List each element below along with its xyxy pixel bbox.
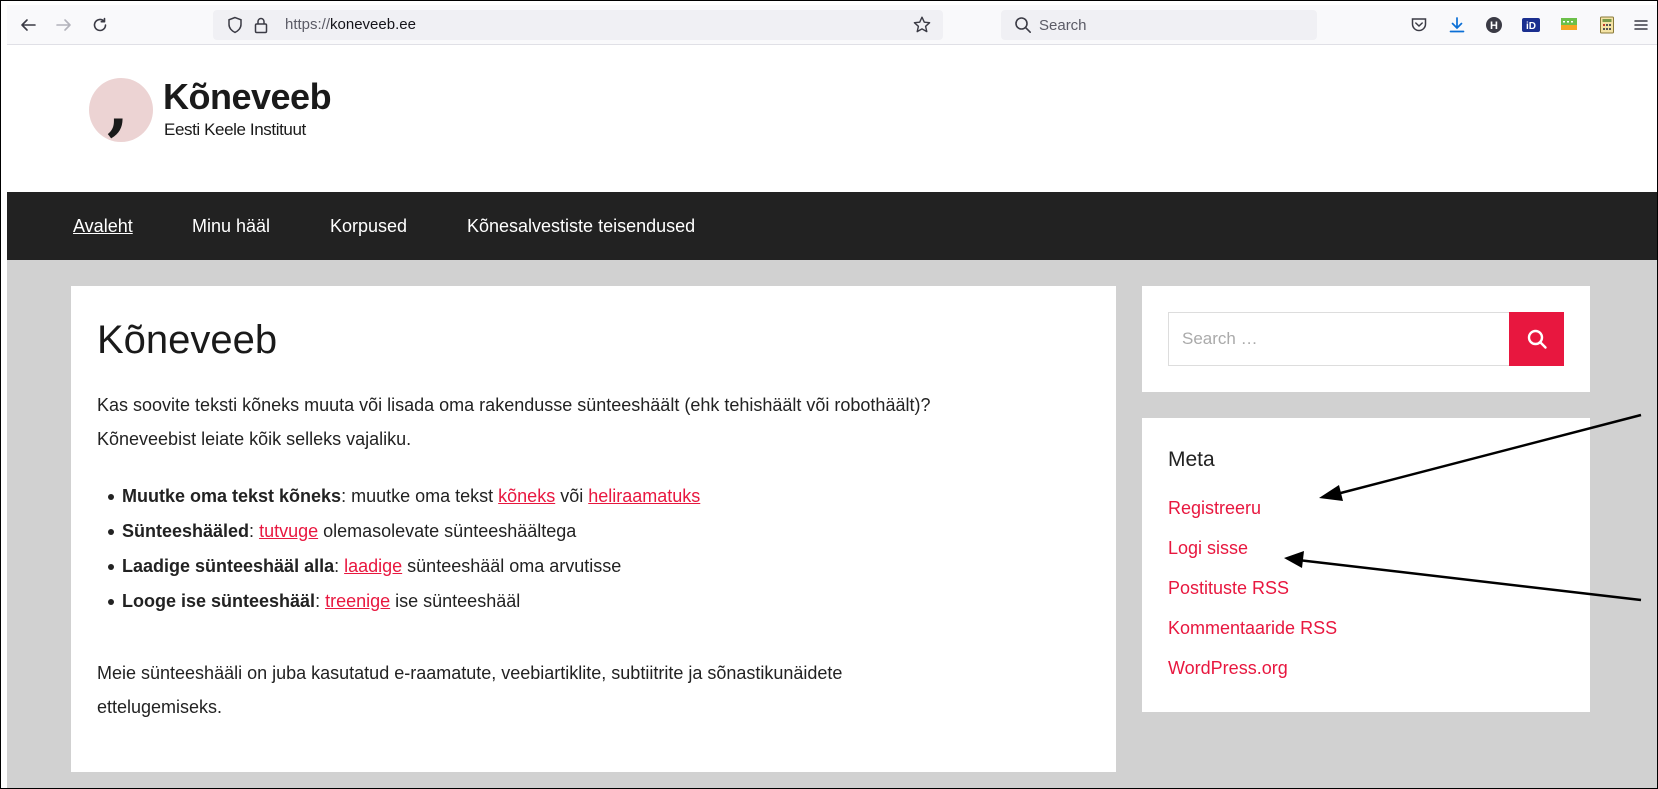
site-title[interactable]: Kõneveeb: [163, 76, 332, 118]
sidebar-meta-widget: Meta Registreeru Logi sisse Postituste R…: [1142, 418, 1590, 712]
sidebar-search-field: [1168, 312, 1510, 366]
meta-link-postituste-rss[interactable]: Postituste RSS: [1168, 578, 1289, 598]
lock-icon[interactable]: [251, 15, 271, 35]
h-extension-icon[interactable]: H: [1484, 15, 1504, 35]
meta-link-logi-sisse[interactable]: Logi sisse: [1168, 538, 1248, 558]
id-extension-icon[interactable]: iD: [1521, 15, 1541, 35]
chat-extension-icon[interactable]: [1559, 15, 1579, 35]
feature-title: Laadige sünteeshääl alla: [122, 556, 335, 576]
feature-title: Muutke oma tekst kõneks: [122, 486, 342, 506]
outro-paragraph: Meie sünteeshääli on juba kasutatud e-ra…: [97, 656, 1087, 724]
list-item: Sünteeshääled: tutvuge olemasolevate sün…: [97, 514, 1087, 549]
bookmark-star-icon[interactable]: [911, 14, 933, 36]
url-host: koneveeb.ee: [330, 16, 416, 33]
search-icon: [1015, 17, 1031, 33]
feature-title: Looge ise sünteeshääl: [122, 591, 316, 611]
site-header: , Kõneveeb Eesti Keele Instituut: [7, 46, 1657, 192]
intro-line-1: Kas soovite teksti kõneks muuta või lisa…: [97, 395, 931, 415]
screenshot-frame: https://koneveeb.ee Search H iD , Kõneve…: [0, 0, 1658, 789]
link-laadige[interactable]: laadige: [344, 556, 402, 576]
forward-button[interactable]: [51, 12, 77, 38]
nav-item-korpused[interactable]: Korpused: [330, 216, 407, 237]
logo-comma-mark: ,: [107, 70, 129, 143]
menu-icon[interactable]: [1631, 15, 1651, 35]
feature-title: Sünteeshääled: [122, 521, 250, 541]
url-text: https://koneveeb.ee: [285, 16, 416, 33]
intro-line-2: Kõneveebist leiate kõik selleks vajaliku…: [97, 429, 412, 449]
feature-list: Muutke oma tekst kõneks: muutke oma teks…: [97, 479, 1087, 619]
sidebar-search-button[interactable]: [1509, 312, 1564, 366]
pocket-icon[interactable]: [1409, 15, 1429, 35]
feature-text: muutke oma tekst: [351, 486, 499, 506]
meta-link-registreeru[interactable]: Registreeru: [1168, 498, 1261, 518]
nav-item-minu-haal[interactable]: Minu hääl: [192, 216, 270, 237]
search-icon: [1527, 329, 1547, 349]
feature-text: olemasolevate sünteeshäältega: [318, 521, 577, 541]
link-treenige[interactable]: treenige: [325, 591, 390, 611]
reload-icon: [93, 17, 107, 32]
meta-link-kommentaaride-rss[interactable]: Kommentaaride RSS: [1168, 618, 1337, 638]
svg-text:H: H: [1490, 20, 1498, 32]
nav-item-avaleht[interactable]: Avaleht: [73, 216, 133, 237]
outro-line-2: ettelugemiseks.: [97, 697, 223, 717]
feature-separator: :: [249, 521, 260, 541]
url-scheme: https://: [285, 16, 331, 33]
link-tutvuge[interactable]: tutvuge: [259, 521, 318, 541]
sidebar-search-input[interactable]: [1169, 313, 1509, 365]
site-logo[interactable]: ,: [89, 70, 153, 143]
tracking-protection-icon[interactable]: [225, 15, 245, 35]
intro-paragraph: Kas soovite teksti kõneks muuta või lisa…: [97, 388, 1087, 456]
link-heliraamatuks[interactable]: heliraamatuks: [588, 486, 700, 506]
nav-item-konesalvestiste-teisendused[interactable]: Kõnesalvestiste teisendused: [467, 216, 695, 237]
meta-widget-title: Meta: [1168, 448, 1215, 471]
svg-text:iD: iD: [1526, 21, 1536, 32]
reload-button[interactable]: [87, 12, 113, 38]
feature-separator: :: [341, 486, 352, 506]
link-koneks[interactable]: kõneks: [498, 486, 555, 506]
list-item: Laadige sünteeshääl alla: laadige süntee…: [97, 549, 1087, 584]
browser-search-bar[interactable]: Search: [1001, 10, 1317, 40]
calculator-extension-icon[interactable]: [1597, 15, 1617, 35]
browser-search-placeholder: Search: [1039, 17, 1087, 34]
feature-separator: :: [334, 556, 345, 576]
sidebar-search-widget: [1142, 286, 1590, 392]
list-item: Looge ise sünteeshääl: treenige ise sünt…: [97, 584, 1087, 619]
meta-link-wordpress-org[interactable]: WordPress.org: [1168, 658, 1288, 678]
meta-links-list: Registreeru Logi sisse Postituste RSS Ko…: [1168, 498, 1337, 698]
address-bar[interactable]: https://koneveeb.ee: [213, 10, 943, 40]
arrow-left-icon: [21, 19, 36, 31]
back-button[interactable]: [15, 12, 41, 38]
feature-text: sünteeshääl oma arvutisse: [402, 556, 622, 576]
feature-text: ise sünteeshääl: [390, 591, 521, 611]
download-icon[interactable]: [1447, 15, 1467, 35]
outro-line-1: Meie sünteeshääli on juba kasutatud e-ra…: [97, 663, 843, 683]
feature-text: või: [555, 486, 589, 506]
main-article: Kõneveeb Kas soovite teksti kõneks muuta…: [71, 286, 1116, 772]
feature-separator: :: [315, 591, 326, 611]
list-item: Muutke oma tekst kõneks: muutke oma teks…: [97, 479, 1087, 514]
site-subtitle: Eesti Keele Instituut: [164, 120, 306, 139]
browser-toolbar: https://koneveeb.ee Search H iD: [7, 5, 1657, 45]
main-navigation: Avaleht Minu hääl Korpused Kõnesalvestis…: [7, 192, 1657, 260]
page-title: Kõneveeb: [97, 318, 278, 362]
arrow-right-icon: [56, 19, 71, 31]
